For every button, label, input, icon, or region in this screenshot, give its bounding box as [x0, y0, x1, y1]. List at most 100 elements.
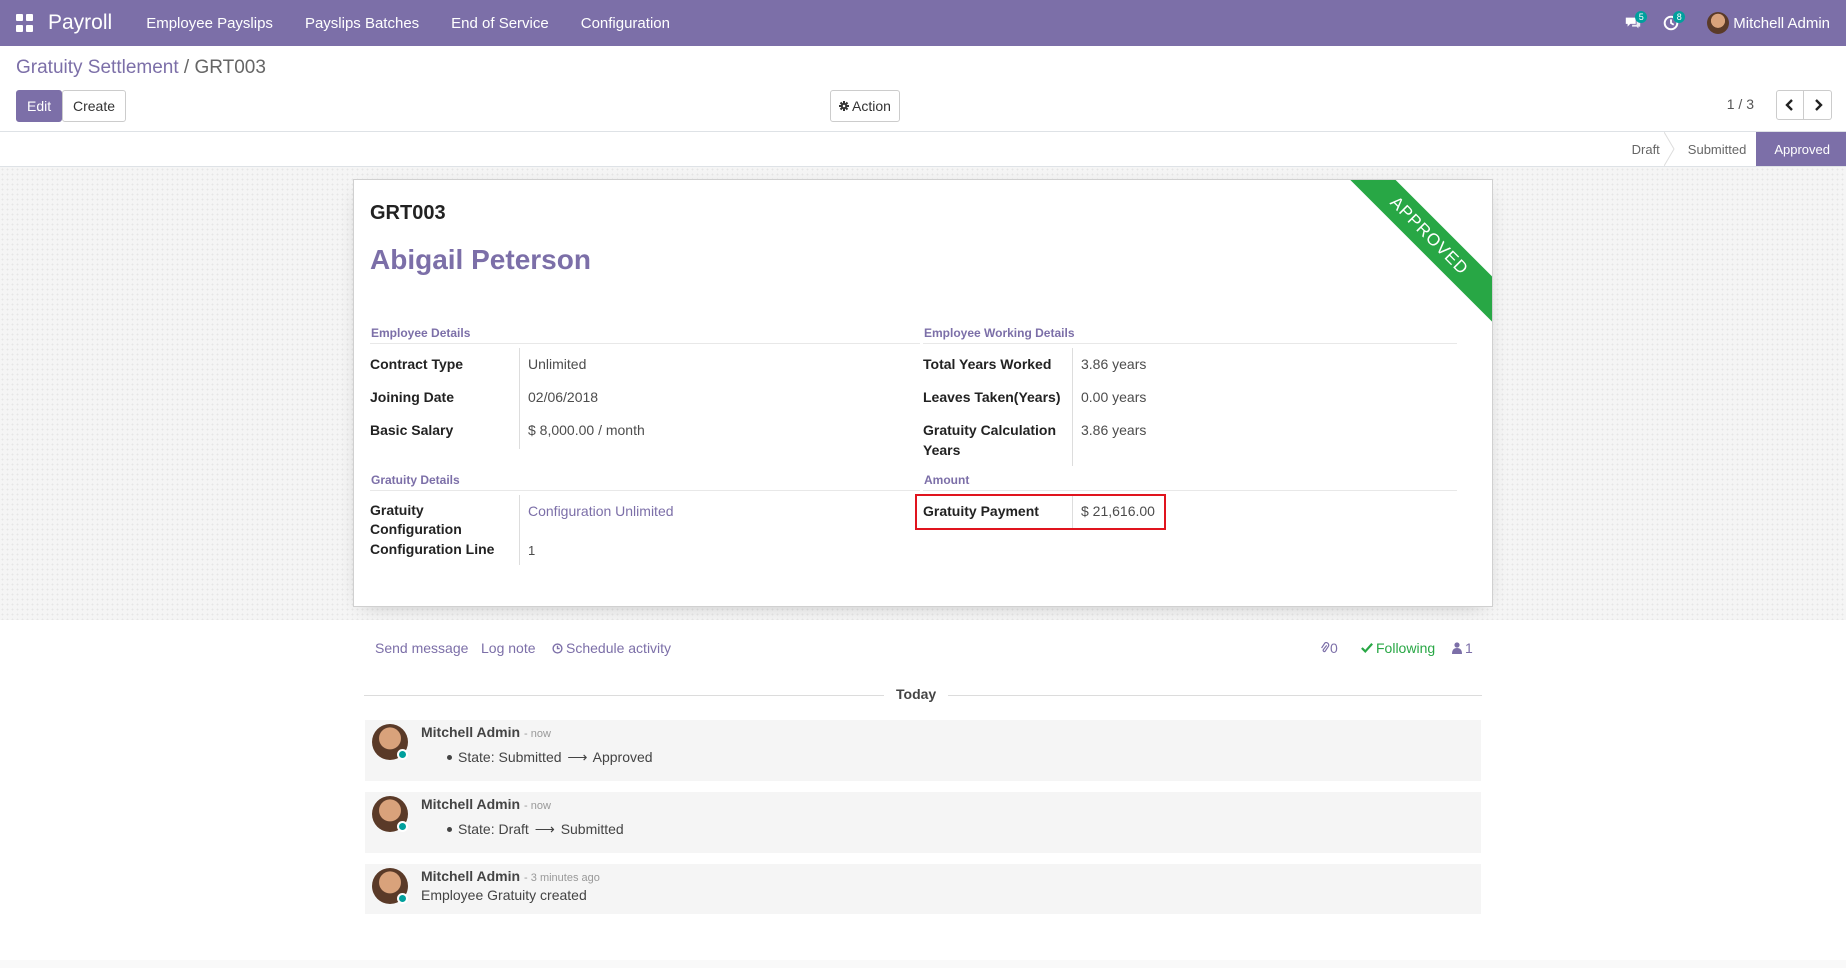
control-panel: Gratuity Settlement / GRT003 Edit Create… [0, 46, 1846, 132]
chatter-message: Mitchell Admin - now State: Submitted ⟶ A… [365, 720, 1481, 781]
online-status-icon [397, 893, 408, 904]
menu-payslips-batches[interactable]: Payslips Batches [289, 15, 435, 32]
bullet-icon [447, 826, 452, 832]
user-avatar [1707, 12, 1730, 34]
gratuity-config-row: Gratuity Configuration Configuration Unl… [370, 495, 920, 539]
contract-type-label: Contract Type [370, 348, 520, 380]
paperclip-icon [1321, 642, 1330, 653]
check-icon [1361, 642, 1373, 654]
employee-name[interactable]: Abigail Peterson [370, 244, 591, 276]
log-note-button[interactable]: Log note [481, 640, 536, 656]
gratuity-details-title: Gratuity Details [370, 473, 920, 491]
stage-approved-label: Approved [1774, 141, 1830, 157]
attachments-count: 0 [1330, 640, 1338, 656]
working-details-group: Employee Working Details Total Years Wor… [923, 326, 1457, 466]
message-author-name: Mitchell Admin [421, 868, 521, 884]
chatter-message: Mitchell Admin - now State: Draft ⟶ Submi… [365, 792, 1481, 853]
employee-details-title: Employee Details [370, 326, 920, 344]
breadcrumb-parent[interactable]: Gratuity Settlement [16, 57, 179, 78]
app-name[interactable]: Payroll [48, 11, 112, 35]
message-author[interactable]: Mitchell Admin - 3 minutes ago [421, 868, 600, 884]
basic-salary-unit: / month [598, 422, 645, 438]
leaves-row: Leaves Taken(Years) 0.00 years [923, 380, 1457, 413]
calc-years-row: Gratuity Calculation Years 3.86 years [923, 413, 1457, 466]
chatter: Send message Log note Schedule activity … [0, 620, 1846, 960]
activities-systray[interactable]: 8 [1657, 0, 1686, 46]
message-author-name: Mitchell Admin [421, 796, 521, 812]
attachments-button[interactable]: 0 [1320, 640, 1338, 656]
message-author-name: Mitchell Admin [421, 724, 521, 740]
stage-draft[interactable]: Draft [1614, 132, 1675, 166]
gratuity-payment-highlight [915, 494, 1166, 530]
activities-count-badge: 8 [1673, 11, 1686, 23]
leaves-label: Leaves Taken(Years) [923, 380, 1073, 413]
apps-menu-icon[interactable] [16, 14, 34, 32]
menu-configuration[interactable]: Configuration [565, 15, 686, 32]
joining-date-row: Joining Date 02/06/2018 [370, 380, 920, 413]
joining-date-label: Joining Date [370, 380, 520, 413]
message-tracking: State: Draft ⟶ Submitted [421, 821, 624, 838]
basic-salary-label: Basic Salary [370, 413, 520, 449]
menu-end-of-service[interactable]: End of Service [435, 15, 565, 32]
messages-count-badge: 5 [1635, 11, 1648, 23]
breadcrumb-current: GRT003 [194, 57, 266, 78]
stage-submitted-label: Submitted [1687, 141, 1747, 157]
pager-value[interactable]: 1 / 3 [1727, 96, 1754, 112]
pager-next-button[interactable] [1804, 90, 1832, 120]
message-time: - now [524, 800, 551, 812]
following-button[interactable]: Following [1361, 640, 1435, 656]
tracking-new-value: Approved [592, 749, 653, 765]
gratuity-config-label: Gratuity Configuration [370, 495, 520, 539]
calc-years-label: Gratuity Calculation Years [923, 413, 1073, 466]
gratuity-config-value[interactable]: Configuration Unlimited [520, 495, 682, 539]
total-years-label: Total Years Worked [923, 348, 1073, 380]
employee-details-group: Employee Details Contract Type Unlimited… [370, 326, 920, 449]
chevron-right-icon [1814, 99, 1823, 111]
gratuity-details-group: Gratuity Details Gratuity Configuration … [370, 473, 920, 567]
chevron-left-icon [1785, 99, 1793, 111]
stage-approved[interactable]: Approved [1756, 132, 1846, 166]
online-status-icon [397, 749, 408, 760]
schedule-activity-button[interactable]: Schedule activity [552, 640, 671, 656]
tracking-new-value: Submitted [560, 821, 624, 837]
stage-submitted[interactable]: Submitted [1670, 132, 1757, 166]
form-sheet: APPROVED GRT003 Abigail Peterson Employe… [353, 179, 1493, 607]
action-label: Action [852, 98, 891, 114]
menu-employee-payslips[interactable]: Employee Payslips [130, 15, 289, 32]
pager-previous-button[interactable] [1776, 90, 1804, 120]
total-years-value: 3.86 years [1081, 356, 1147, 372]
online-status-icon [397, 821, 408, 832]
send-message-button[interactable]: Send message [375, 640, 468, 656]
message-tracking: State: Submitted ⟶ Approved [421, 749, 653, 766]
message-author[interactable]: Mitchell Admin - now [421, 796, 551, 812]
record-reference: GRT003 [370, 202, 446, 224]
stage-selector: Draft Submitted Approved [1614, 132, 1846, 166]
working-details-title: Employee Working Details [923, 326, 1457, 344]
action-button[interactable]: Action [830, 90, 900, 122]
date-separator-label: Today [884, 686, 949, 702]
chatter-message: Mitchell Admin - 3 minutes ago Employee G… [365, 864, 1481, 914]
joining-date-value: 02/06/2018 [528, 389, 599, 405]
calc-years-value: 3.86 years [1081, 422, 1147, 438]
user-menu[interactable]: Mitchell Admin [1707, 12, 1830, 34]
basic-salary-row: Basic Salary $ 8,000.00 / month [370, 413, 920, 449]
approved-ribbon: APPROVED [1343, 180, 1492, 322]
config-line-value: 1 [528, 543, 536, 558]
breadcrumb-separator: / [178, 57, 195, 78]
breadcrumb: Gratuity Settlement / GRT003 [16, 57, 266, 79]
config-line-label: Configuration Line [370, 539, 520, 565]
top-navbar: Payroll Employee Payslips Payslips Batch… [0, 0, 1846, 46]
tracking-old-value: Submitted [498, 749, 562, 765]
status-bar: Draft Submitted Approved [0, 132, 1846, 167]
edit-button[interactable]: Edit [16, 90, 63, 122]
message-author[interactable]: Mitchell Admin - now [421, 724, 551, 740]
total-years-row: Total Years Worked 3.86 years [923, 348, 1457, 380]
create-button[interactable]: Create [62, 90, 127, 122]
followers-button[interactable]: 1 [1452, 640, 1473, 656]
following-label: Following [1376, 640, 1436, 656]
config-line-row: Configuration Line 1 [370, 539, 920, 567]
messages-systray[interactable]: 5 [1619, 0, 1648, 46]
message-time: - now [524, 728, 551, 740]
gear-icon [839, 101, 849, 111]
tracking-old-value: Draft [498, 821, 529, 837]
